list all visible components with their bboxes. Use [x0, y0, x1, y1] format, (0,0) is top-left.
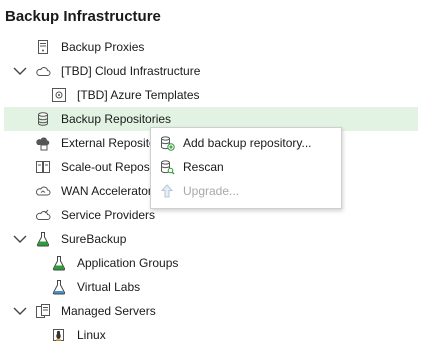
linux-icon: [51, 327, 67, 343]
server-icon: [35, 39, 51, 55]
scale-out-icon: [35, 159, 51, 175]
menu-item-add-backup-repository[interactable]: Add backup repository...: [151, 131, 341, 155]
tree-item-label: Application Groups: [77, 256, 179, 270]
chevron-down-icon[interactable]: [12, 64, 28, 78]
database-icon: [35, 111, 51, 127]
tree-item-application-groups[interactable]: Application Groups: [0, 251, 422, 275]
menu-item-label: Upgrade...: [183, 184, 240, 198]
upgrade-icon: [159, 183, 175, 199]
flask-icon: [51, 255, 67, 271]
tree-item-label: Backup Repositories: [61, 112, 172, 126]
tree-item-label: Virtual Labs: [77, 280, 141, 294]
cloud-storage-icon: [35, 135, 51, 151]
context-menu: Add backup repository... Rescan Upgrade.…: [150, 127, 342, 209]
menu-item-label: Add backup repository...: [183, 136, 312, 150]
tree-item-surebackup[interactable]: SureBackup: [0, 227, 422, 251]
tree-item-label: Scale-out Reposi: [61, 160, 153, 174]
service-provider-icon: [35, 207, 51, 223]
servers-icon: [35, 303, 51, 319]
tree-item-linux[interactable]: Linux: [0, 323, 422, 347]
menu-item-label: Rescan: [183, 160, 224, 174]
lab-icon: [51, 279, 67, 295]
tree-item-label: WAN Accelerator: [61, 184, 152, 198]
add-repository-icon: [159, 135, 175, 151]
menu-item-rescan[interactable]: Rescan: [151, 155, 341, 179]
cloud-icon: [35, 63, 51, 79]
chevron-down-icon[interactable]: [12, 232, 28, 246]
tree-item-label: External Reposito: [61, 136, 156, 150]
tree-item-label: Backup Proxies: [61, 40, 145, 54]
menu-item-upgrade: Upgrade...: [151, 179, 341, 203]
page-title: Backup Infrastructure: [5, 8, 161, 25]
tree-item-label: [TBD] Cloud Infrastructure: [61, 64, 201, 78]
tree-item-label: Service Providers: [61, 208, 156, 222]
template-icon: [51, 87, 67, 103]
tree-item-label: SureBackup: [61, 232, 127, 246]
tree-item-azure-templates[interactable]: [TBD] Azure Templates: [0, 83, 422, 107]
flask-icon: [35, 231, 51, 247]
tree-item-virtual-labs[interactable]: Virtual Labs: [0, 275, 422, 299]
wan-icon: [35, 183, 51, 199]
tree-item-label: Managed Servers: [61, 304, 156, 318]
tree-item-cloud-infrastructure[interactable]: [TBD] Cloud Infrastructure: [0, 59, 422, 83]
chevron-down-icon[interactable]: [12, 304, 28, 318]
tree-item-label: Linux: [77, 328, 106, 342]
tree-item-backup-proxies[interactable]: Backup Proxies: [0, 35, 422, 59]
tree-item-managed-servers[interactable]: Managed Servers: [0, 299, 422, 323]
rescan-icon: [159, 159, 175, 175]
tree-item-label: [TBD] Azure Templates: [77, 88, 200, 102]
